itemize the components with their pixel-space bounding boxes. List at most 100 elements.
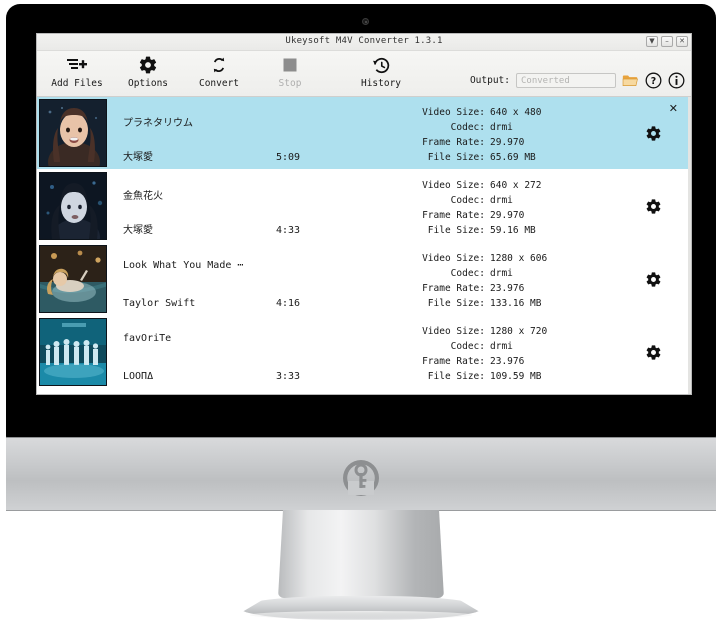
convert-refresh-icon	[209, 54, 229, 76]
file-size-label: File Size:	[427, 298, 485, 309]
row-meta: favOriTe LOOΠΔ 3:33	[107, 316, 407, 388]
row-settings-cell	[618, 170, 688, 242]
video-size-label: Video Size:	[422, 107, 485, 118]
frame-rate-value: 23.976	[490, 283, 525, 294]
codec-value: drmi	[490, 122, 513, 133]
row-title: favOriTe	[123, 333, 172, 344]
monitor-base	[240, 596, 482, 620]
codec-value: drmi	[490, 268, 513, 279]
history-label: History	[360, 78, 402, 89]
window-controls: ▼ – ✕	[646, 36, 688, 47]
file-size-label: File Size:	[427, 371, 485, 382]
minimize-to-tray-button[interactable]: ▼	[646, 36, 658, 47]
webcam-dot-icon	[362, 18, 369, 25]
thumb-kingyo-hanabi	[39, 172, 107, 240]
row-meta: プラネタリウム 大塚愛 5:09	[107, 97, 407, 169]
add-files-icon	[66, 54, 88, 76]
file-list[interactable]: プラネタリウム 大塚愛 5:09 Video Size: 640 x 480 Co…	[37, 97, 691, 394]
output-path-input[interactable]	[516, 73, 616, 88]
table-row[interactable]: 金魚花火 大塚愛 4:33 Video Size: 640 x 272 Codec…	[37, 170, 688, 243]
output-settings: Output: ?	[470, 72, 685, 89]
table-row[interactable]: プラネタリウム 大塚愛 5:09 Video Size: 640 x 480 Co…	[37, 97, 688, 170]
row-gear-icon[interactable]	[645, 125, 662, 142]
row-settings-cell	[618, 243, 688, 315]
window-titlebar: Ukeysoft M4V Converter 1.3.1 ▼ – ✕	[37, 34, 691, 51]
row-artist: 大塚愛	[123, 225, 153, 236]
codec-label: Codec:	[450, 268, 485, 279]
frame-rate-label: Frame Rate:	[422, 210, 485, 221]
svg-text:?: ?	[651, 76, 656, 87]
row-title: Look What You Made ⋯	[123, 260, 244, 271]
codec-label: Codec:	[450, 122, 485, 133]
imac-device: Ukeysoft M4V Converter 1.3.1 ▼ – ✕ Add F…	[0, 0, 722, 630]
row-meta: 金魚花火 大塚愛 4:33	[107, 170, 407, 242]
gear-icon	[138, 54, 158, 76]
row-gear-icon[interactable]	[645, 198, 662, 215]
thumb-favorite	[39, 318, 107, 386]
video-size-label: Video Size:	[422, 253, 485, 264]
frame-rate-label: Frame Rate:	[422, 356, 485, 367]
add-files-button[interactable]: Add Files	[41, 54, 113, 89]
file-size-value: 133.16 MB	[490, 298, 542, 309]
frame-rate-value: 29.970	[490, 137, 525, 148]
row-artist: Taylor Swift	[123, 298, 196, 309]
file-size-value: 59.16 MB	[490, 225, 536, 236]
video-size-label: Video Size:	[422, 326, 485, 337]
convert-button[interactable]: Convert	[183, 54, 255, 89]
file-size-label: File Size:	[427, 152, 485, 163]
history-button[interactable]: History	[341, 54, 421, 89]
folder-icon[interactable]	[622, 73, 639, 88]
row-artist: LOOΠΔ	[123, 371, 154, 382]
codec-label: Codec:	[450, 341, 485, 352]
thumb-planetarium	[39, 99, 107, 167]
row-title: 金魚花火	[123, 191, 163, 202]
add-files-label: Add Files	[51, 78, 103, 89]
output-label: Output:	[469, 75, 510, 86]
row-settings-cell	[618, 316, 688, 388]
frame-rate-value: 23.976	[490, 356, 525, 367]
codec-value: drmi	[490, 195, 513, 206]
thumb-look-what-you-made	[39, 245, 107, 313]
frame-rate-label: Frame Rate:	[422, 137, 485, 148]
minimize-button[interactable]: –	[661, 36, 673, 47]
video-size-value: 640 x 272	[490, 180, 542, 191]
video-size-value: 1280 x 606	[490, 253, 548, 264]
row-duration: 4:33	[276, 225, 301, 236]
table-row[interactable]: favOriTe LOOΠΔ 3:33 Video Size: 1280 x 72…	[37, 316, 688, 389]
options-label: Options	[127, 78, 169, 89]
info-circle-icon[interactable]	[668, 72, 685, 89]
row-duration: 5:09	[276, 152, 301, 163]
video-size-label: Video Size:	[422, 180, 485, 191]
application-window: Ukeysoft M4V Converter 1.3.1 ▼ – ✕ Add F…	[36, 33, 692, 395]
row-meta: Look What You Made ⋯ Taylor Swift 4:16	[107, 243, 407, 315]
row-duration: 4:16	[276, 298, 301, 309]
remove-row-button[interactable]: ✕	[669, 103, 678, 114]
row-info: Video Size: 1280 x 606 Codec: drmi Frame R…	[407, 243, 618, 315]
stop-label: Stop	[278, 78, 302, 89]
file-size-label: File Size:	[427, 225, 485, 236]
file-size-value: 65.69 MB	[490, 152, 536, 163]
history-clock-icon	[371, 54, 392, 76]
options-button[interactable]: Options	[113, 54, 183, 89]
frame-rate-label: Frame Rate:	[422, 283, 485, 294]
table-row[interactable]: Look What You Made ⋯ Taylor Swift 4:16 V…	[37, 243, 688, 316]
stop-square-icon	[282, 54, 298, 76]
row-gear-icon[interactable]	[645, 271, 662, 288]
window-title: Ukeysoft M4V Converter 1.3.1	[285, 36, 443, 46]
close-button[interactable]: ✕	[676, 36, 688, 47]
video-size-value: 1280 x 720	[490, 326, 548, 337]
row-info: Video Size: 640 x 480 Codec: drmi Frame Ra…	[407, 97, 618, 169]
row-gear-icon[interactable]	[645, 344, 662, 361]
codec-label: Codec:	[450, 195, 485, 206]
row-info: Video Size: 640 x 272 Codec: drmi Frame Ra…	[407, 170, 618, 242]
frame-rate-value: 29.970	[490, 210, 525, 221]
convert-label: Convert	[198, 78, 240, 89]
stop-button: Stop	[255, 54, 325, 89]
help-circle-icon[interactable]: ?	[645, 72, 662, 89]
file-size-value: 109.59 MB	[490, 371, 542, 382]
row-title: プラネタリウム	[123, 118, 193, 129]
video-size-value: 640 x 480	[490, 107, 542, 118]
row-artist: 大塚愛	[123, 152, 153, 163]
main-toolbar: Add Files Options Convert Stop History O…	[37, 51, 691, 97]
codec-value: drmi	[490, 341, 513, 352]
